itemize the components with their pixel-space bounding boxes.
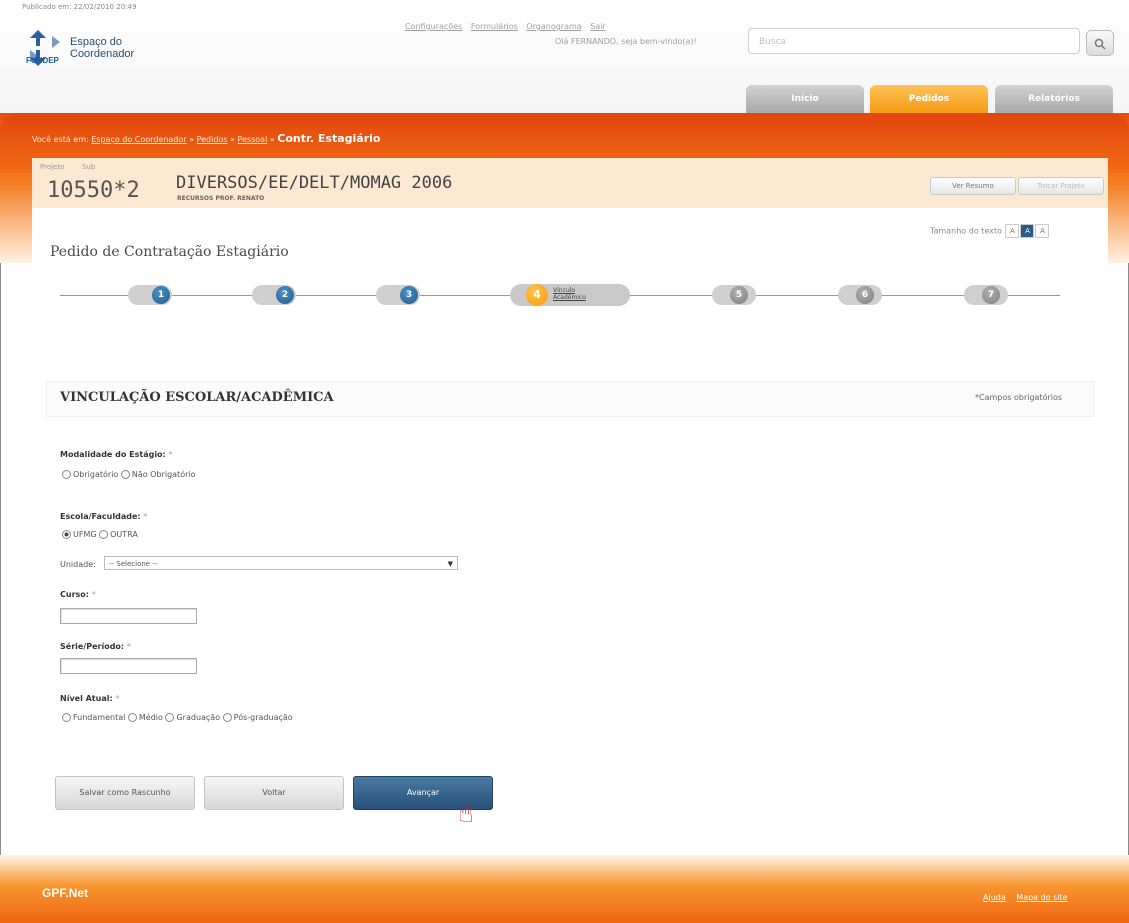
greeting-text: Olá FERNANDO, seja bem-vindo(a)! [555,37,697,46]
step-7: 7 [982,286,1000,304]
step-2[interactable]: 2 [276,286,294,304]
link-sair[interactable]: Sair [590,22,606,31]
radio-medio[interactable] [127,713,137,722]
radio-ufmg[interactable] [62,530,71,539]
radio-fundamental-label: Fundamental [73,713,126,722]
required-fields-note: *Campos obrigatórios [975,393,1063,402]
step-4-label: Vínculo Acadêmico [553,287,586,301]
step-5: 5 [730,286,748,304]
radio-pos-graduacao[interactable] [222,713,232,722]
nivel-radios: Fundamental Médio Graduação Pós-graduaçã… [62,713,293,722]
escola-label-text: Escola/Faculdade: [60,512,141,521]
escola-label: Escola/Faculdade: * [60,512,148,521]
unidade-select[interactable]: -- Selecione -- ▼ [104,556,458,570]
published-date: Publicado em: 22/02/2010 20:49 [22,3,137,11]
section-title: VINCULAÇÃO ESCOLAR/ACADÊMICA [60,390,334,405]
project-name: DIVERSOS/EE/DELT/MOMAG 2006 [176,173,453,193]
footer-links: Ajuda Mapa do site [975,893,1068,902]
radio-obrigatorio[interactable] [62,470,71,479]
curso-label-text: Curso: [60,590,89,599]
breadcrumb-separator: » [230,135,235,144]
breadcrumb-separator: » [269,135,275,144]
step-4-current[interactable]: 4 [526,284,548,306]
footer-logo: GPF.Net [42,886,89,900]
breadcrumb-current: Contr. Estagiário [277,132,381,145]
trocar-projeto-button[interactable]: Trocar Projeto [1018,177,1104,195]
unidade-select-value: -- Selecione -- [109,560,158,568]
sub-label: Sub [82,163,96,171]
nivel-label: Nível Atual: * [60,694,120,703]
modalidade-label-text: Modalidade do Estágio: [60,450,166,459]
project-number: 10550*2 [47,178,140,203]
ver-resumo-button[interactable]: Ver Resumo [930,177,1016,195]
required-mark: * [126,642,132,651]
footer-link-ajuda[interactable]: Ajuda [983,893,1006,902]
footer [0,855,1129,923]
radio-medio-label: Médio [138,713,163,722]
radio-nao-obrigatorio-label: Não Obrigatório [131,470,196,479]
text-size-label: Tamanho do texto [930,226,1002,236]
logo-text-line2: Coordenador [70,48,135,60]
breadcrumb-prefix: Você está em: [32,135,89,144]
step-4-label-line2: Acadêmico [553,294,586,301]
radio-graduacao-label: Graduação [176,713,221,722]
text-size-control: Tamanho do texto AAA [930,224,1050,238]
logo-brand: FUNDEP [26,56,59,65]
search-button[interactable] [1086,30,1114,56]
tab-pedidos[interactable]: Pedidos [870,85,988,113]
project-subtitle: RECURSOS PROF. RENATO [177,195,265,202]
breadcrumb-separator: » [189,135,195,144]
breadcrumb-item-pedidos[interactable]: Pedidos [197,135,228,144]
tab-inicio[interactable]: Início [746,85,864,113]
footer-link-mapa[interactable]: Mapa do site [1016,893,1067,902]
radio-pos-graduacao-label: Pós-graduação [233,713,293,722]
modalidade-label: Modalidade do Estágio: * [60,450,173,459]
page-title: Pedido de Contratação Estagiário [50,244,289,260]
tab-relatorios[interactable]: Relatórios [995,85,1113,113]
step-1[interactable]: 1 [152,286,170,304]
curso-label: Curso: * [60,590,96,599]
modalidade-radios: Obrigatório Não Obrigatório [62,470,196,479]
search-input[interactable]: Busca [748,28,1080,54]
hand-cursor-icon: ☝ [458,799,474,829]
required-mark: * [91,590,96,599]
radio-nao-obrigatorio[interactable] [120,470,130,479]
unidade-label: Unidade: [60,560,96,569]
text-size-small-button[interactable]: A [1005,224,1020,238]
search-icon [1094,38,1106,50]
serie-input[interactable] [60,658,197,674]
top-links: Configurações Formulários Organograma Sa… [405,22,612,31]
chevron-down-icon: ▼ [447,560,453,568]
breadcrumb-item-pessoal[interactable]: Pessoal [237,135,267,144]
radio-ufmg-label: UFMG [73,530,97,539]
breadcrumb: Você está em: Espaço do Coordenador » Pe… [32,132,380,145]
required-mark: * [115,694,120,703]
step-6: 6 [856,286,874,304]
escola-radios: UFMG OUTRA [62,530,138,539]
projeto-label: Projeto [40,163,65,171]
link-configuracoes[interactable]: Configurações [405,22,462,31]
text-size-large-button[interactable]: A [1035,224,1050,238]
nivel-label-text: Nível Atual: [60,694,113,703]
step-4-label-line1: Vínculo [553,287,576,294]
back-button[interactable]: Voltar [204,776,344,810]
logo-text: Espaço do Coordenador [70,36,134,60]
save-draft-button[interactable]: Salvar como Rascunho [55,776,195,810]
curso-input[interactable] [60,608,197,624]
radio-fundamental[interactable] [62,713,71,722]
required-mark: * [143,512,148,521]
radio-outra-label: OUTRA [110,530,138,539]
step-3[interactable]: 3 [400,286,418,304]
required-mark: * [168,450,173,459]
radio-obrigatorio-label: Obrigatório [73,470,119,479]
text-size-medium-button[interactable]: A [1020,224,1035,238]
radio-graduacao[interactable] [165,713,175,722]
serie-label: Série/Período: * [60,642,131,651]
radio-outra[interactable] [99,530,109,539]
serie-label-text: Série/Período: [60,642,125,651]
link-formularios[interactable]: Formulários [471,22,518,31]
logo-text-line1: Espaço do [70,36,122,48]
breadcrumb-item-espaco[interactable]: Espaço do Coordenador [91,135,186,144]
link-organograma[interactable]: Organograma [526,22,581,31]
